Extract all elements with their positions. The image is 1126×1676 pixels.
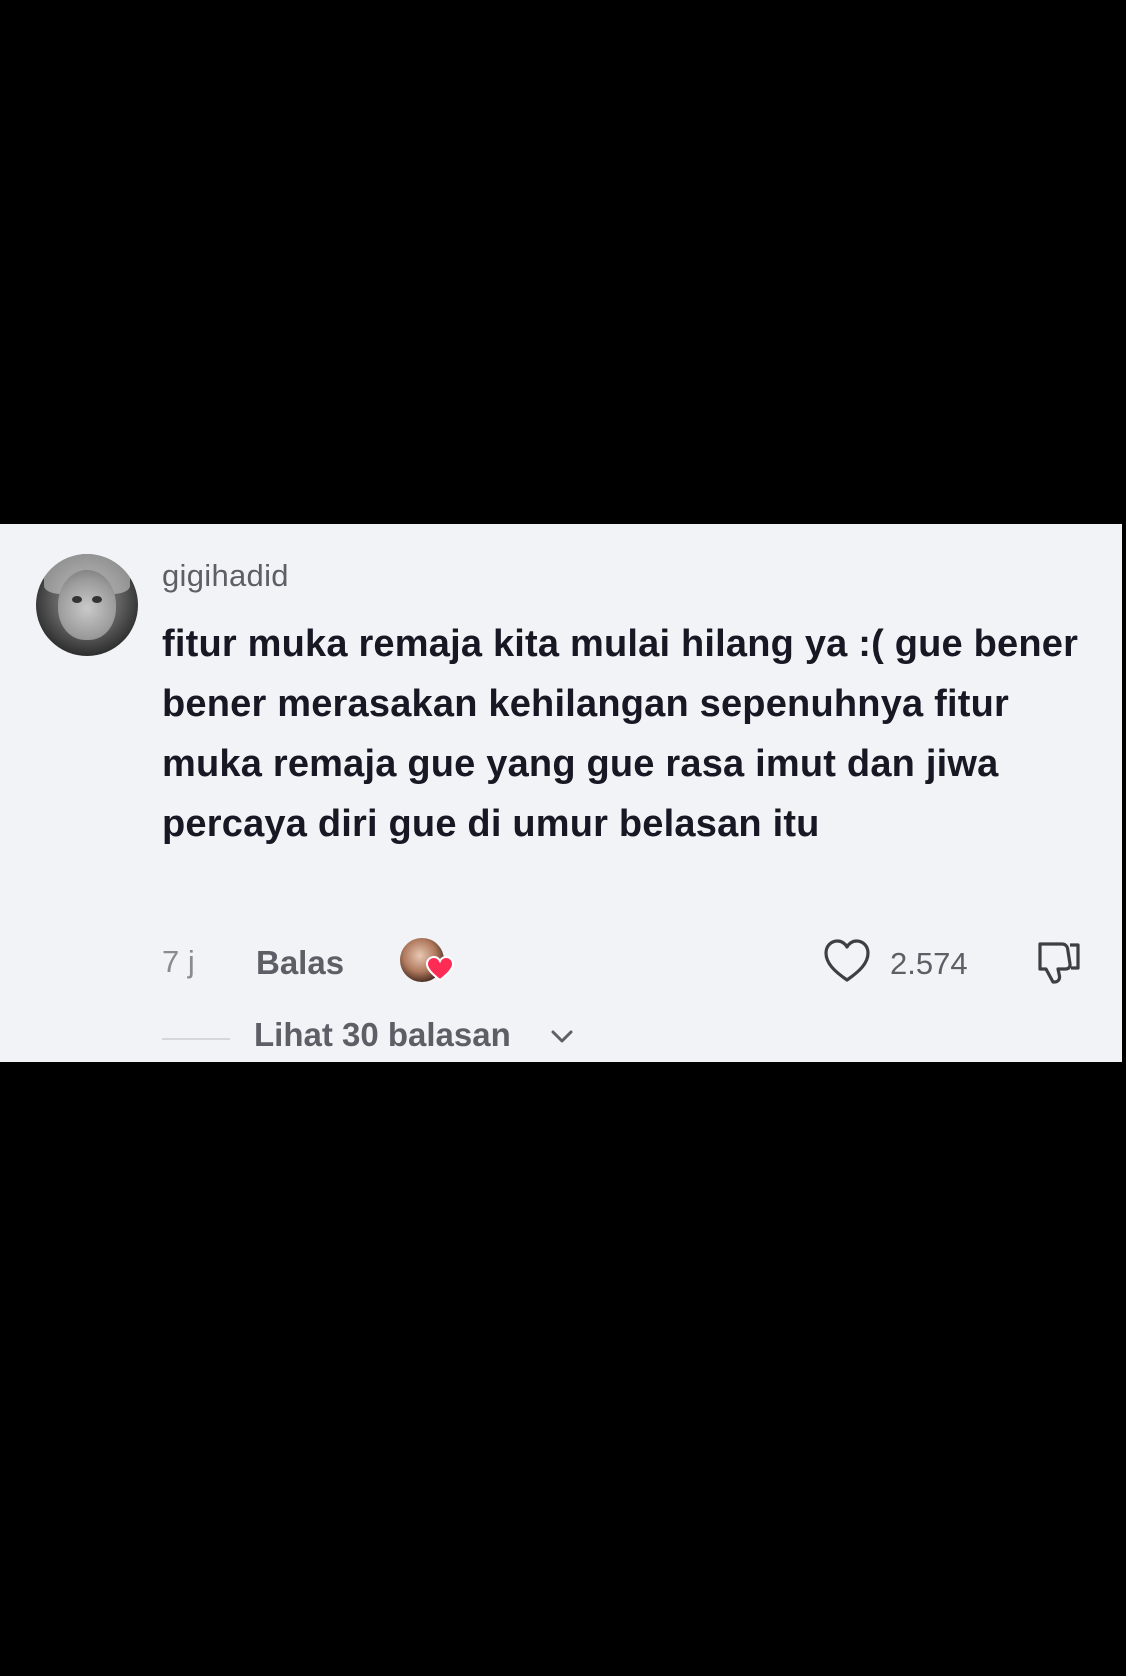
comment-card: gigihadid fitur muka remaja kita mulai h… <box>0 524 1122 1062</box>
creator-liked-badge <box>398 936 454 986</box>
like-button[interactable]: 2.574 <box>824 936 986 986</box>
comment-meta-row: 7 j Balas 2.574 <box>162 936 1082 986</box>
chevron-down-icon[interactable] <box>549 1026 575 1048</box>
reply-divider <box>162 1038 230 1040</box>
thumbs-down-icon[interactable] <box>1032 936 1082 986</box>
comment-text: fitur muka remaja kita mulai hilang ya :… <box>162 623 1079 845</box>
view-replies: Lihat 30 balasan <box>162 1016 762 1062</box>
comment-timestamp: 7 j <box>162 944 195 979</box>
heart-outline-icon[interactable] <box>822 938 872 984</box>
like-count: 2.574 <box>890 946 968 981</box>
view-replies-button[interactable]: Lihat 30 balasan <box>254 1016 511 1054</box>
reply-button[interactable]: Balas <box>256 944 344 982</box>
video-frame: gigihadid fitur muka remaja kita mulai h… <box>0 0 1126 1676</box>
user-avatar[interactable] <box>36 554 138 656</box>
comment-username[interactable]: gigihadid <box>162 558 289 594</box>
heart-icon <box>426 956 454 982</box>
